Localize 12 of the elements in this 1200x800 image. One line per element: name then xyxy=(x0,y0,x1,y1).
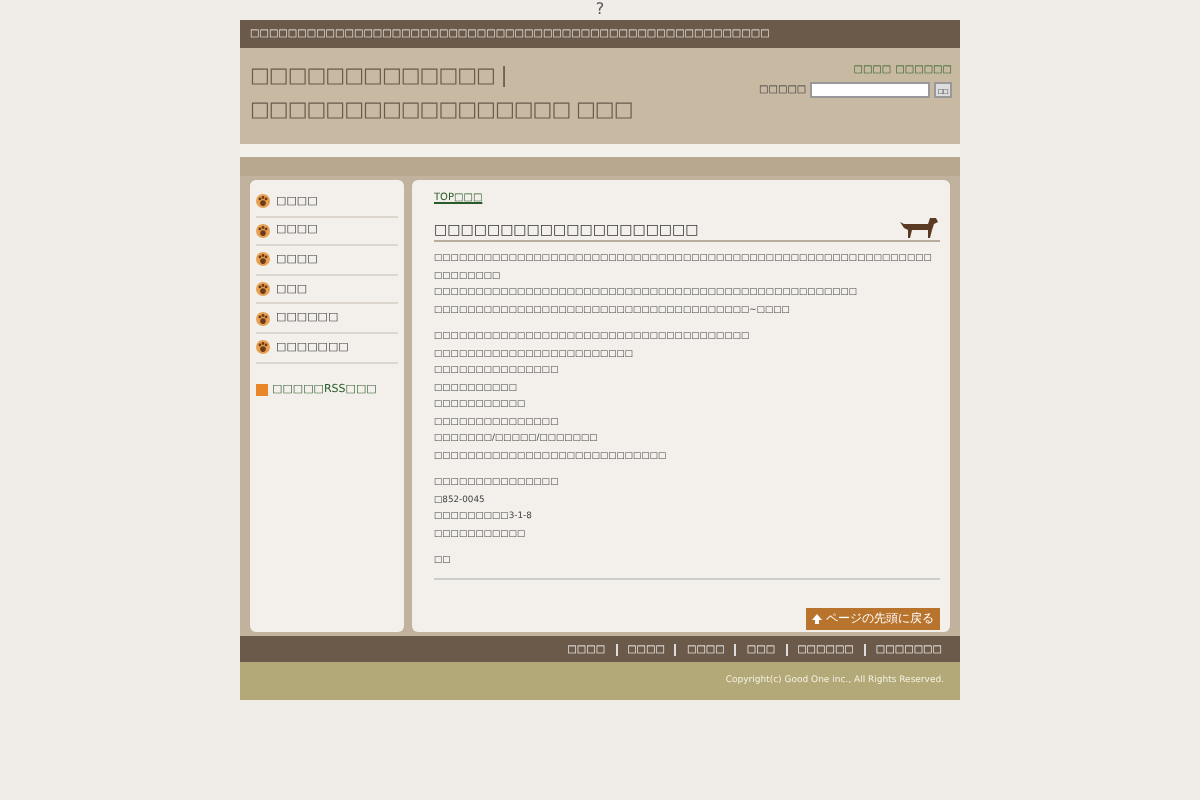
search-field[interactable] xyxy=(810,82,931,98)
site-title: □□□□□□□□□□□□□ | □□□□□□□□□□□□□□□□□ □□□ xyxy=(250,62,635,126)
paw-icon xyxy=(256,194,270,209)
paw-icon xyxy=(256,282,270,297)
paw-icon xyxy=(256,252,270,267)
paw-icon xyxy=(256,311,270,326)
paw-icon xyxy=(256,223,270,238)
rss-icon xyxy=(256,383,268,396)
dog-icon xyxy=(900,216,940,238)
question-mark: ? xyxy=(595,0,605,20)
paw-icon xyxy=(256,340,270,355)
up-arrow-icon xyxy=(812,613,822,623)
